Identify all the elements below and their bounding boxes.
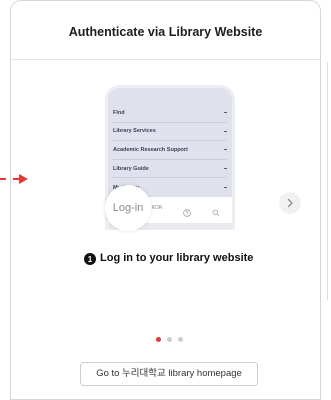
language-label: KOR: [151, 205, 163, 211]
arrow-right-icon: [19, 173, 28, 184]
login-highlight: Log-in: [105, 185, 151, 231]
expand-icon: [224, 168, 227, 170]
modal-title: Authenticate via Library Website: [68, 25, 263, 39]
menu-item-find: Find: [113, 104, 227, 123]
header-divider: [11, 59, 320, 60]
expand-icon: [224, 187, 227, 189]
step-description: Log in to your library website: [100, 252, 254, 264]
next-slide-peek: [327, 62, 331, 300]
search-icon: [212, 204, 220, 217]
next-slide-button[interactable]: [279, 192, 301, 214]
expand-icon: [224, 149, 227, 151]
chevron-right-icon: [287, 198, 293, 208]
step-number-badge: 1: [84, 253, 96, 265]
pagination-dot[interactable]: [156, 337, 161, 342]
menu-item-library-guide: Library Guide: [113, 160, 227, 179]
pointer-arrow-line: [0, 178, 19, 180]
pagination-dot[interactable]: [167, 337, 172, 342]
help-circle-icon: [183, 204, 191, 217]
library-homepage-button[interactable]: Go to 누리대학교 library homepage: [80, 362, 258, 386]
pagination-dot[interactable]: [178, 337, 183, 342]
phone-menu: Find Library Services Academic Research …: [113, 104, 227, 197]
menu-item-label: Find: [113, 109, 125, 116]
menu-item-academic-research-support: Academic Research Support: [113, 141, 227, 160]
menu-item-label: Library Services: [113, 128, 156, 135]
menu-item-label: Library Guide: [113, 165, 149, 172]
expand-icon: [224, 112, 227, 114]
pagination-dots: [156, 337, 183, 342]
menu-item-label: Academic Research Support: [113, 146, 188, 153]
expand-icon: [224, 130, 227, 132]
menu-item-library-services: Library Services: [113, 123, 227, 142]
